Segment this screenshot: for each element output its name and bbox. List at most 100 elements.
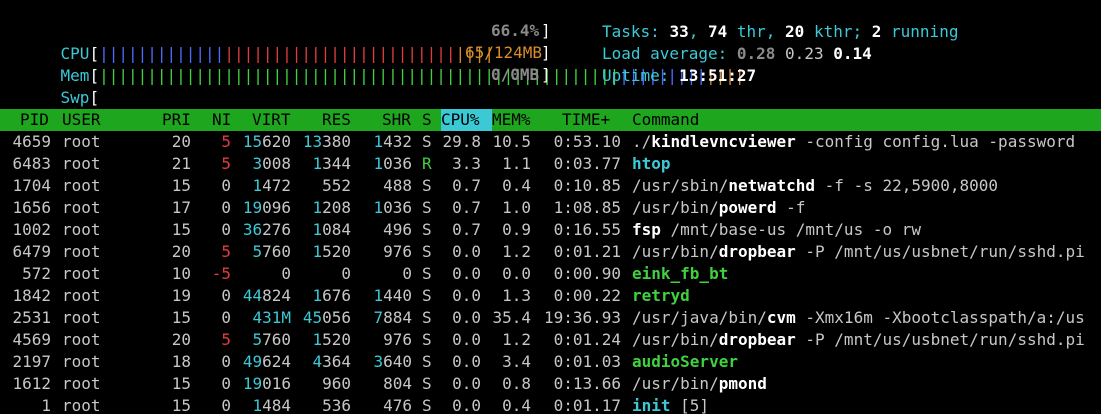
process-s: R [422,154,432,173]
process-pri: 19 [171,286,191,305]
col-mem[interactable]: MEM% [492,109,531,131]
col-user[interactable]: USER [62,109,101,131]
process-name: dropbear [718,242,796,261]
process-pri: 15 [171,176,191,195]
col-state[interactable]: S [422,109,432,131]
process-shr: 3640 [373,352,412,371]
process-s: S [422,264,432,283]
process-name: eink_fb_bt [632,264,729,283]
process-cpu: 0.0 [452,352,481,371]
process-row[interactable]: 4569 root 20 5 5760 1520 976 S 0.0 1.2 0:01.24/usr… [0,329,1101,351]
col-res[interactable]: RES [322,109,351,131]
process-name: kindlevncviewer [651,132,796,151]
process-cpu: 3.3 [452,154,481,173]
process-time: 0:03.77 [553,154,621,173]
process-row[interactable]: 6479 root 20 5 5760 1520 976 S 0.0 1.2 0:01.21/usr… [0,241,1101,263]
threads-count: 74 [707,22,728,41]
process-virt: 1484 [252,396,291,414]
process-row[interactable]: 6483 root 21 5 3008 1344 1036 R 3.3 1.1 0:03.77 hto… [0,153,1101,175]
process-virt: 36276 [242,220,291,239]
process-row[interactable]: 1002 root 15 0 36276 1084 496 S 0.7 0.9 0:16.55 fsp… [0,219,1101,241]
process-s: S [422,396,432,414]
col-shr[interactable]: SHR [382,109,411,131]
process-row[interactable]: 572 root 10 -5 0 0 0 S 0.0 0.0 0:00.90 eink_fb_bt [0,263,1101,285]
process-user: root [62,220,101,239]
col-pid[interactable]: PID [20,109,49,131]
process-pid: 1842 [12,286,51,305]
process-shr: 7884 [373,308,412,327]
process-res: 4364 [312,352,351,371]
process-command: fsp /mnt/base-us /mnt/us -o rw [632,220,921,239]
process-time: 0:01.17 [553,396,621,414]
process-ni: 5 [221,154,231,173]
process-pid: 4659 [12,132,51,151]
process-res: 1520 [312,330,351,349]
process-pid: 1612 [12,374,51,393]
process-pid: 1 [41,396,51,414]
process-pri: 15 [171,374,191,393]
process-virt: 15620 [242,132,291,151]
tasks-count: 33 [669,22,689,41]
process-virt: 1472 [252,176,291,195]
process-ni: 0 [221,308,231,327]
process-user: root [62,242,101,261]
col-command[interactable]: Command [632,109,699,131]
col-pri[interactable]: PRI [162,109,191,131]
process-shr: 1432 [373,132,412,151]
col-ni[interactable]: NI [212,109,231,131]
process-command: /usr/bin/pmond [632,374,767,393]
process-pri: 15 [171,308,191,327]
process-command: /usr/bin/powerd -f [632,198,806,217]
process-cpu: 0.0 [452,264,481,283]
process-command: audioServer [632,351,738,373]
process-name: pmond [718,374,767,393]
process-res: 45056 [302,308,351,327]
process-s: S [422,198,432,217]
process-name: init [632,396,671,414]
col-time[interactable]: TIME+ [562,109,610,131]
process-shr: 1036 [373,198,412,217]
process-cpu: 0.0 [452,308,481,327]
process-time: 19:36.93 [543,308,621,327]
process-ni: -5 [211,264,231,283]
process-row[interactable]: 1 root 15 0 1484 536 476 S 0.0 0.4 0:01.17 init [5] [0,395,1101,414]
process-res: 1084 [312,220,351,239]
load-1min: 0.28 [736,44,776,63]
cpu-meter: CPU[||||||||||||||||||||||||||||||||||||… [60,44,495,63]
process-s: S [422,220,432,239]
process-cpu: 0.0 [452,286,481,305]
process-user: root [62,352,101,371]
process-row[interactable]: 2197 root 18 0 49624 4364 3640 S 0.0 3.4 0:01.03 au… [0,351,1101,373]
process-row[interactable]: 1704 root 15 0 1472 552 488 S 0.7 0.4 0:10.85/usr/… [0,175,1101,197]
running-count: 2 [871,22,882,41]
process-row[interactable]: 2531 root 15 0 431M 45056 7884 S 0.0 35.4 19:36.93… [0,307,1101,329]
process-s: S [422,132,432,151]
process-row[interactable]: 1612 root 15 0 19016 960 804 S 0.0 0.8 0:13.66/usr… [0,373,1101,395]
process-pid: 6483 [12,154,51,173]
process-s: S [422,242,432,261]
process-cpu: 0.7 [452,176,481,195]
process-res: 1520 [312,242,351,261]
process-name: cvm [766,308,796,327]
col-cpu-sorted[interactable]: CPU% [441,109,492,131]
process-name: htop [632,154,671,173]
process-res: 536 [322,396,351,414]
process-pri: 20 [171,330,191,349]
process-table-header: PID USER PRI NI VIRT RES SHR S CPU% MEM%… [0,109,1101,131]
process-shr: 804 [383,374,412,393]
process-row[interactable]: 1842 root 19 0 44824 1676 1440 S 0.0 1.3 0:00.22 re… [0,285,1101,307]
process-name: fsp [632,220,661,239]
process-row[interactable]: 1656 root 17 0 19096 1208 1036 S 0.7 1.0 1:08.85/u… [0,197,1101,219]
process-time: 0:00.22 [553,286,621,305]
process-res: 13380 [302,132,351,151]
swap-meter-label: Swp [60,88,90,107]
process-row[interactable]: 4659 root 20 5 15620 13380 1432 S 29.8 10.5 0:53.1… [0,131,1101,153]
process-pid: 572 [22,264,51,283]
col-virt[interactable]: VIRT [252,109,291,131]
process-time: 0:01.03 [553,352,621,371]
process-virt: 0 [281,264,291,283]
process-mem: 0.4 [502,176,531,195]
process-command: ./kindlevncviewer -config config.lua -pa… [632,132,1076,151]
process-mem: 1.2 [502,242,531,261]
process-pri: 17 [171,198,191,217]
